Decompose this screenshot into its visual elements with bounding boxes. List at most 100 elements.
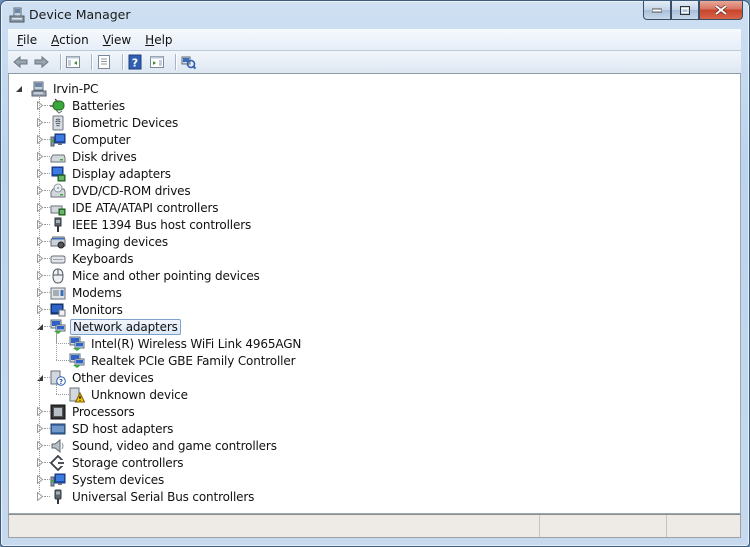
menu-file[interactable]: File xyxy=(8,33,44,47)
toolbar-separator xyxy=(175,54,176,70)
tree-item-label: Batteries xyxy=(72,98,125,113)
tree-category-computer[interactable]: Computer xyxy=(50,131,132,148)
arrow-right-icon xyxy=(34,55,49,69)
menu-help[interactable]: Help xyxy=(138,33,179,47)
status-bar xyxy=(8,514,741,538)
show-hide-console-tree-button[interactable] xyxy=(65,53,85,71)
biometric-icon xyxy=(52,115,64,130)
minimize-button[interactable] xyxy=(643,1,671,20)
processor-icon xyxy=(50,404,66,419)
svg-text:?: ? xyxy=(132,57,138,70)
tree-category-modems[interactable]: Modems xyxy=(50,284,124,301)
tree-item-label: Network adapters xyxy=(70,318,181,335)
tree-item-label: SD host adapters xyxy=(72,421,174,436)
tree-root-irvin-pc[interactable]: Irvin-PC xyxy=(31,80,100,97)
menu-view[interactable]: View xyxy=(96,33,138,47)
expand-arrow-icon[interactable] xyxy=(35,492,44,501)
tree-item-label: DVD/CD-ROM drives xyxy=(72,183,191,198)
tree-connector xyxy=(56,333,57,360)
maximize-icon xyxy=(680,5,690,15)
tree-connector xyxy=(56,384,57,394)
tree-category-ieee-1394-bus-host-controllers[interactable]: IEEE 1394 Bus host controllers xyxy=(50,216,253,233)
toolbar-separator xyxy=(122,54,123,70)
title-bar[interactable]: Device Manager xyxy=(1,1,749,29)
arrow-left-icon xyxy=(13,55,28,69)
tree-connector xyxy=(56,343,69,344)
status-pane-2 xyxy=(540,515,667,537)
tree-category-keyboards[interactable]: Keyboards xyxy=(50,250,135,267)
keyboard-icon xyxy=(50,255,66,263)
speaker-icon xyxy=(51,438,64,453)
tree-category-monitors[interactable]: Monitors xyxy=(50,301,125,318)
scan-hardware-changes-button[interactable] xyxy=(180,53,200,71)
tree-category-ide-ata-atapi-controllers[interactable]: IDE ATA/ATAPI controllers xyxy=(50,199,220,216)
action-pane-icon xyxy=(150,56,164,68)
device-tree-pane[interactable]: Irvin-PC Batteries Biometric Devices Comput… xyxy=(8,74,741,514)
toolbar: ? xyxy=(8,51,741,74)
ide-controller-icon xyxy=(50,205,66,215)
tree-category-sound-video-and-game-controllers[interactable]: Sound, video and game controllers xyxy=(50,437,279,454)
tree-category-imaging-devices[interactable]: Imaging devices xyxy=(50,233,170,250)
sd-host-icon xyxy=(50,423,66,434)
tree-category-batteries[interactable]: Batteries xyxy=(50,97,127,114)
modem-icon xyxy=(50,287,66,299)
tree-item-label: Biometric Devices xyxy=(72,115,179,130)
status-pane-1 xyxy=(9,515,540,537)
storage-controller-icon xyxy=(50,454,66,471)
tree-connector xyxy=(56,360,69,361)
network-adapter-icon xyxy=(50,319,66,334)
forward-button[interactable] xyxy=(34,53,54,71)
menu-bar: File Action View Help xyxy=(8,29,741,51)
tree-device-intel-r-wireless-wifi-link-4965agn[interactable]: Intel(R) Wireless WiFi Link 4965AGN xyxy=(69,335,303,352)
tree-item-label: Universal Serial Bus controllers xyxy=(72,489,255,504)
tree-item-label: Irvin-PC xyxy=(53,81,99,96)
tree-item-label: Display adapters xyxy=(72,166,171,181)
imaging-device-icon xyxy=(50,236,66,248)
tree-category-network-adapters[interactable]: Network adapters xyxy=(50,318,181,335)
properties-button[interactable] xyxy=(96,53,116,71)
properties-icon xyxy=(98,55,110,69)
tree-category-dvd-cd-rom-drives[interactable]: DVD/CD-ROM drives xyxy=(50,182,193,199)
console-tree-icon xyxy=(66,56,80,68)
tree-item-label: Keyboards xyxy=(72,251,134,266)
help-icon: ? xyxy=(128,54,142,70)
tree-device-realtek-pcie-gbe-family-controller[interactable]: Realtek PCIe GBE Family Controller xyxy=(69,352,297,369)
help-button[interactable]: ? xyxy=(127,53,147,71)
tree-category-display-adapters[interactable]: Display adapters xyxy=(50,165,173,182)
tree-category-sd-host-adapters[interactable]: SD host adapters xyxy=(50,420,175,437)
tree-item-label: Unknown device xyxy=(91,387,188,402)
mouse-icon xyxy=(52,267,64,284)
tree-category-system-devices[interactable]: System devices xyxy=(50,471,166,488)
tree-item-label: Sound, video and game controllers xyxy=(72,438,277,453)
show-hide-action-pane-button[interactable] xyxy=(149,53,169,71)
toolbar-separator xyxy=(91,54,92,70)
tree-category-processors[interactable]: Processors xyxy=(50,403,137,420)
tree-category-universal-serial-bus-controllers[interactable]: Universal Serial Bus controllers xyxy=(50,488,256,505)
tree-device-unknown-device[interactable]: Unknown device xyxy=(69,386,190,403)
unknown-device-icon: ? xyxy=(50,370,66,386)
disk-drive-icon xyxy=(50,154,66,162)
tree-item-label: IDE ATA/ATAPI controllers xyxy=(72,200,219,215)
maximize-button[interactable] xyxy=(671,1,699,20)
back-button[interactable] xyxy=(12,53,32,71)
status-pane-3 xyxy=(667,515,740,537)
svg-text:?: ? xyxy=(59,378,63,386)
close-button[interactable] xyxy=(699,1,743,20)
tree-category-mice-and-other-pointing-devices[interactable]: Mice and other pointing devices xyxy=(50,267,262,284)
tree-connector xyxy=(56,394,69,395)
tree-category-storage-controllers[interactable]: Storage controllers xyxy=(50,454,185,471)
device-manager-window: Device Manager File Action View Help ? Irvi… xyxy=(0,0,750,547)
tree-category-other-devices[interactable]: ? Other devices xyxy=(50,369,156,386)
menu-action[interactable]: Action xyxy=(44,33,96,47)
tree-item-label: Realtek PCIe GBE Family Controller xyxy=(91,353,296,368)
scan-hardware-icon xyxy=(181,56,196,70)
display-adapter-icon xyxy=(51,166,66,181)
battery-icon xyxy=(50,98,65,114)
monitor-icon xyxy=(50,303,66,316)
toolbar-separator xyxy=(60,54,61,70)
collapse-arrow-icon[interactable] xyxy=(14,84,23,93)
tree-item-label: Computer xyxy=(72,132,131,147)
tree-item-label: Other devices xyxy=(72,370,154,385)
tree-category-biometric-devices[interactable]: Biometric Devices xyxy=(50,114,180,131)
tree-category-disk-drives[interactable]: Disk drives xyxy=(50,148,139,165)
